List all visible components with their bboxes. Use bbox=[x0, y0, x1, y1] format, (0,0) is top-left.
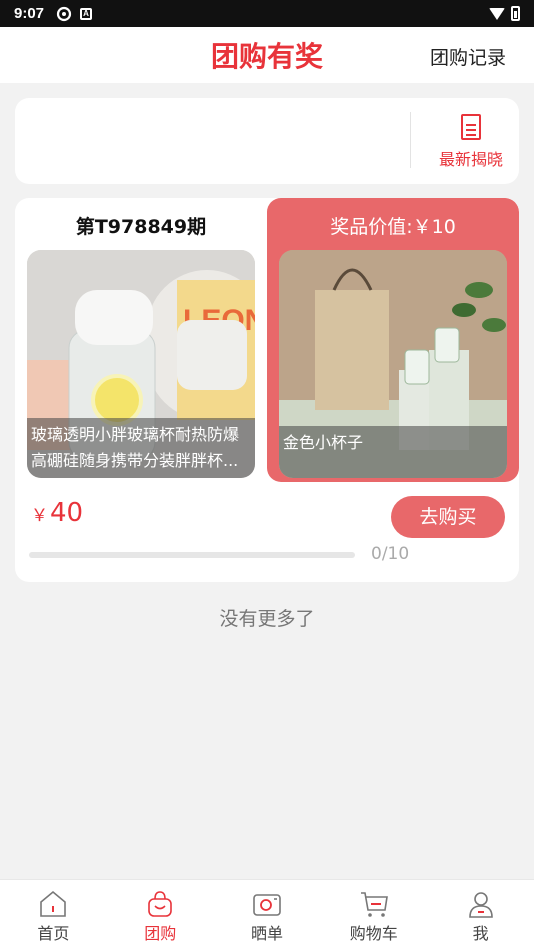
nav-label-home: 首页 bbox=[37, 924, 70, 943]
latest-reveal-card: 最新揭晓 bbox=[15, 98, 519, 184]
currency-symbol: ￥ bbox=[31, 506, 48, 526]
a-icon: A bbox=[80, 7, 93, 20]
document-icon bbox=[461, 114, 481, 140]
prize-caption: 金色小杯子 bbox=[279, 426, 507, 478]
wifi-icon bbox=[489, 7, 505, 20]
nav-item-group-buy[interactable]: 团购 bbox=[107, 880, 214, 950]
nav-label-me: 我 bbox=[472, 924, 489, 943]
bottom-nav: 首页 团购 晒单 购物车 我 bbox=[0, 879, 534, 950]
battery-icon bbox=[511, 6, 520, 21]
nav-label-group-buy: 团购 bbox=[144, 924, 177, 943]
period-number: 第T978849期 bbox=[75, 216, 207, 238]
bag-icon bbox=[107, 890, 214, 918]
prize-value: 奖品价值:￥10 bbox=[330, 216, 456, 238]
product-caption: 玻璃透明小胖玻璃杯耐热防爆 高硼硅随身携带分装胖胖杯... bbox=[27, 418, 255, 478]
buy-button[interactable]: 去购买 bbox=[391, 496, 505, 538]
prize-panel[interactable]: 奖品价值:￥10 金色小杯子 bbox=[267, 198, 519, 482]
nav-item-show-order[interactable]: 晒单 bbox=[214, 880, 321, 950]
price: ￥40 bbox=[31, 498, 83, 528]
group-buy-card[interactable]: 第T978849期 LEON 玻璃透明小胖玻璃杯耐热防爆 高硼硅随身携带分装胖胖… bbox=[15, 198, 519, 582]
latest-reveal-button[interactable]: 最新揭晓 bbox=[423, 112, 519, 170]
no-more-text: 没有更多了 bbox=[219, 608, 315, 630]
nav-label-show-order: 晒单 bbox=[250, 924, 283, 943]
camera-icon bbox=[214, 890, 321, 918]
progress-text: 0/10 bbox=[371, 544, 410, 564]
progress-bar bbox=[29, 552, 355, 558]
product-caption-line1: 玻璃透明小胖玻璃杯耐热防爆 bbox=[31, 425, 240, 444]
prize-image[interactable]: 金色小杯子 bbox=[279, 250, 507, 478]
sync-icon bbox=[56, 6, 72, 22]
user-icon bbox=[427, 890, 534, 918]
status-bar: 9:07 A bbox=[0, 0, 534, 27]
nav-item-home[interactable]: 首页 bbox=[0, 880, 107, 950]
home-icon bbox=[0, 890, 107, 918]
divider bbox=[410, 112, 411, 168]
price-value: 40 bbox=[50, 498, 84, 528]
app-header: 团购有奖 团购记录 bbox=[0, 27, 534, 83]
prize-caption-text: 金色小杯子 bbox=[283, 433, 364, 452]
status-time: 9:07 bbox=[14, 5, 45, 22]
latest-reveal-label: 最新揭晓 bbox=[438, 150, 503, 169]
nav-item-cart[interactable]: 购物车 bbox=[320, 880, 427, 950]
cart-icon bbox=[320, 890, 427, 918]
product-caption-line2: 高硼硅随身携带分装胖胖杯... bbox=[31, 451, 239, 470]
group-buy-record-link[interactable]: 团购记录 bbox=[430, 43, 506, 70]
nav-label-cart: 购物车 bbox=[349, 924, 398, 943]
product-image[interactable]: LEON 玻璃透明小胖玻璃杯耐热防爆 高硼硅随身携带分装胖胖杯... bbox=[27, 250, 255, 478]
nav-item-me[interactable]: 我 bbox=[427, 880, 534, 950]
